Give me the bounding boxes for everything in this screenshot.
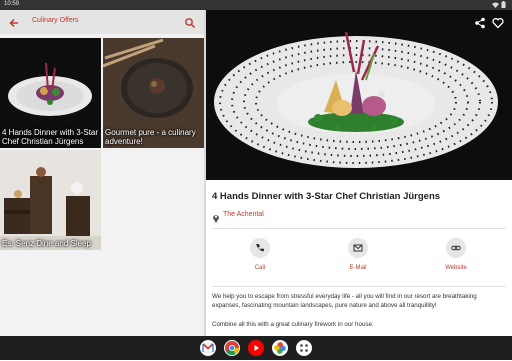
wifi-icon xyxy=(492,2,499,10)
gmail-icon[interactable] xyxy=(200,340,216,356)
description-paragraph: Combine all this with a great culinary f… xyxy=(212,321,374,328)
hero-image xyxy=(206,10,512,180)
email-button[interactable]: E-Mail xyxy=(338,238,378,271)
call-label: Call xyxy=(254,265,266,271)
chrome-icon[interactable] xyxy=(224,340,240,356)
location-pin-icon xyxy=(212,210,220,223)
list-item[interactable]: Gourmet pure - a culinary adventure! xyxy=(103,38,204,148)
location-link[interactable]: The Achental xyxy=(223,211,264,218)
mail-icon xyxy=(348,238,368,258)
status-icons xyxy=(492,1,506,10)
battery-icon xyxy=(501,1,506,10)
app-drawer-icon[interactable] xyxy=(296,340,312,356)
divider xyxy=(212,286,506,287)
search-icon[interactable] xyxy=(184,16,196,29)
list-item-label: Gourmet pure - a culinary adventure! xyxy=(105,128,196,146)
status-bar: 10:59 xyxy=(0,0,512,10)
list-item[interactable]: Es: Senz Dine and Sleep xyxy=(0,150,101,250)
taskbar xyxy=(0,336,512,360)
list-item-label: 4 Hands Dinner with 3-Star Chef Christia… xyxy=(2,128,99,146)
list-item-label: Es: Senz Dine and Sleep xyxy=(2,239,91,248)
dish-image xyxy=(0,150,101,250)
link-icon xyxy=(446,238,466,258)
description-paragraph: We help you to escape from stressful eve… xyxy=(212,293,477,309)
offer-title: 4 Hands Dinner with 3-Star Chef Christia… xyxy=(212,191,441,202)
back-arrow-icon[interactable] xyxy=(8,16,20,28)
photos-icon[interactable] xyxy=(272,340,288,356)
app-bar-title: Culinary Offers xyxy=(32,17,79,24)
email-label: E-Mail xyxy=(349,265,367,271)
favorite-heart-icon[interactable] xyxy=(492,16,504,29)
offer-detail-pane: 4 Hands Dinner with 3-Star Chef Christia… xyxy=(206,10,512,336)
website-label: Website xyxy=(445,265,467,271)
divider xyxy=(212,228,506,229)
call-button[interactable]: Call xyxy=(240,238,280,271)
offers-list-pane: Culinary Offers 4 Hands Dinner with 3-St… xyxy=(0,10,204,336)
list-item[interactable]: 4 Hands Dinner with 3-Star Chef Christia… xyxy=(0,38,101,148)
website-button[interactable]: Website xyxy=(436,238,476,271)
phone-icon xyxy=(250,238,270,258)
status-time: 10:59 xyxy=(4,1,20,7)
app-bar: Culinary Offers xyxy=(0,10,204,34)
youtube-icon[interactable] xyxy=(248,340,264,356)
share-icon[interactable] xyxy=(474,16,486,29)
